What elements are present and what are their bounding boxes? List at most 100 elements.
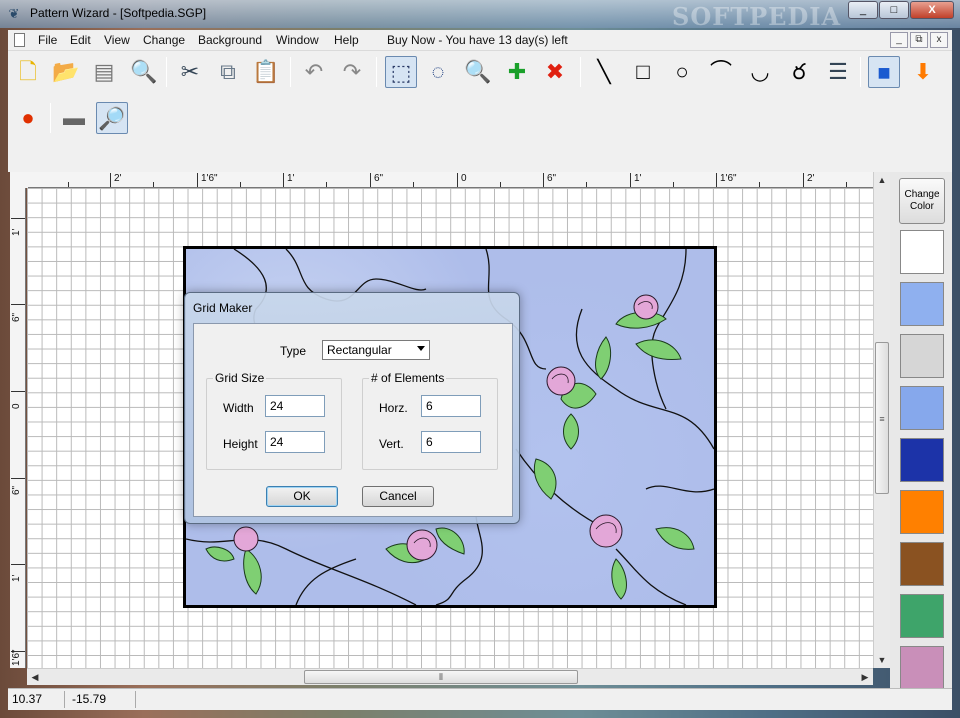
vertical-ruler: 1' 6" 0 6" 1' 1'6": [10, 188, 26, 668]
menu-edit[interactable]: Edit: [70, 33, 91, 47]
vertical-scroll-thumb[interactable]: ≡: [875, 342, 889, 494]
print-preview-icon[interactable]: 🔍: [128, 56, 160, 88]
curve-tool-icon[interactable]: ◡: [744, 56, 776, 88]
ruler-label: 6": [374, 173, 384, 184]
fill-color-icon[interactable]: ■: [868, 56, 900, 88]
menu-buy-now[interactable]: Buy Now - You have 13 day(s) left: [387, 33, 568, 47]
ruler-tick: [413, 182, 414, 187]
swatch-pink[interactable]: [900, 646, 944, 690]
status-divider: [135, 691, 136, 708]
height-field[interactable]: 24: [265, 431, 325, 453]
ruler-tick: [716, 173, 717, 187]
ruler-tick: [283, 173, 284, 187]
width-field[interactable]: 24: [265, 395, 325, 417]
document-icon[interactable]: [14, 33, 25, 47]
open-folder-icon[interactable]: 📂: [50, 56, 82, 88]
ruler-tick: [11, 478, 25, 479]
mdi-restore-button[interactable]: ⧉: [910, 32, 928, 48]
type-select-value: Rectangular: [327, 343, 392, 357]
ruler-tick: [68, 182, 69, 187]
cancel-button[interactable]: Cancel: [362, 486, 434, 507]
swatch-green[interactable]: [900, 594, 944, 638]
toolbar-separator: [290, 57, 291, 87]
line-tool-icon[interactable]: ╲: [588, 56, 620, 88]
horz-field[interactable]: 6: [421, 395, 481, 417]
new-icon[interactable]: 🗋: [12, 56, 44, 88]
vert-label: Vert.: [379, 437, 404, 451]
text-tool-icon[interactable]: ☰: [822, 56, 854, 88]
grid-size-legend: Grid Size: [213, 371, 267, 385]
rectangle-tool-icon[interactable]: □: [627, 56, 659, 88]
ruler-label: 1'6": [11, 649, 22, 666]
type-select[interactable]: Rectangular: [322, 340, 430, 360]
ruler-label: 2': [114, 173, 122, 184]
menu-help[interactable]: Help: [334, 33, 359, 47]
zoom-grid-icon[interactable]: 🔎: [96, 102, 128, 134]
ruler-tick: [457, 173, 458, 187]
vert-field[interactable]: 6: [421, 431, 481, 453]
zoom-icon[interactable]: 🔍: [462, 56, 494, 88]
swatch-white[interactable]: [900, 230, 944, 274]
ruler-corner: [10, 172, 28, 188]
change-color-button[interactable]: Change Color: [899, 178, 945, 224]
window-controls: _ □ X: [847, 1, 954, 19]
menu-view[interactable]: View: [104, 33, 130, 47]
minimize-button[interactable]: _: [848, 1, 878, 19]
menu-background[interactable]: Background: [198, 33, 262, 47]
arc-tool-icon[interactable]: ⌒: [705, 56, 737, 88]
status-bar: 10.37 -15.79: [8, 688, 952, 710]
rect-select-icon[interactable]: ⬚: [385, 56, 417, 88]
ruler-label: 2': [807, 173, 815, 184]
menu-change[interactable]: Change: [143, 33, 185, 47]
close-button[interactable]: X: [910, 1, 954, 19]
menu-file[interactable]: File: [38, 33, 57, 47]
scroll-down-icon[interactable]: ▼: [874, 652, 890, 668]
ruler-label: 0: [11, 403, 22, 409]
scanner-icon[interactable]: ▤: [88, 56, 120, 88]
cut-icon[interactable]: ✂: [174, 56, 206, 88]
scroll-left-icon[interactable]: ◀: [27, 669, 43, 685]
dark-panel-icon[interactable]: ▬: [58, 102, 90, 134]
download-icon[interactable]: ⬇: [907, 56, 939, 88]
horizontal-scroll-thumb[interactable]: ⦀: [304, 670, 578, 684]
horizontal-ruler: 2' 1'6" 1' 6" 0 6" 1' 1'6" 2': [28, 172, 873, 188]
ok-button[interactable]: OK: [266, 486, 338, 507]
menu-window[interactable]: Window: [276, 33, 319, 47]
chevron-down-icon: [417, 346, 425, 351]
ruler-label: 1': [634, 173, 642, 184]
watermark: SOFTPEDIA: [672, 2, 842, 31]
ruler-label: 1': [11, 574, 22, 582]
swatch-gray[interactable]: [900, 334, 944, 378]
swatch-sky-blue[interactable]: [900, 386, 944, 430]
ruler-tick: [11, 564, 25, 565]
freehand-tool-icon[interactable]: ర: [783, 56, 815, 88]
toolbar-separator: [860, 57, 861, 87]
maximize-button[interactable]: □: [879, 1, 909, 19]
add-icon[interactable]: ✚: [501, 56, 533, 88]
redo-icon[interactable]: ↷: [336, 56, 368, 88]
swatch-orange[interactable]: [900, 490, 944, 534]
mdi-close-button[interactable]: x: [930, 32, 948, 48]
horizontal-scrollbar[interactable]: ◀ ⦀ ▶: [27, 668, 873, 685]
ruler-label: 1'6": [720, 173, 737, 184]
lasso-icon[interactable]: ◌: [422, 56, 454, 88]
paste-icon[interactable]: 📋: [250, 56, 282, 88]
copy-icon[interactable]: ⧉: [212, 56, 244, 88]
mdi-minimize-button[interactable]: _: [890, 32, 908, 48]
app-icon[interactable]: ❦: [6, 6, 22, 22]
mdi-controls: _ ⧉ x: [888, 32, 948, 48]
status-divider: [64, 691, 65, 708]
record-icon[interactable]: ●: [12, 102, 44, 134]
scroll-right-icon[interactable]: ▶: [857, 669, 873, 685]
ruler-tick: [846, 182, 847, 187]
delete-icon[interactable]: ✖: [539, 56, 571, 88]
swatch-brown[interactable]: [900, 542, 944, 586]
undo-icon[interactable]: ↶: [298, 56, 330, 88]
circle-tool-icon[interactable]: ○: [666, 56, 698, 88]
scroll-up-icon[interactable]: ▲: [874, 172, 890, 188]
ruler-tick: [370, 173, 371, 187]
elements-group: # of Elements Horz. 6 Vert. 6: [362, 371, 498, 470]
swatch-dark-blue[interactable]: [900, 438, 944, 482]
swatch-light-blue[interactable]: [900, 282, 944, 326]
vertical-scrollbar[interactable]: ▲ ≡ ▼: [873, 172, 890, 668]
